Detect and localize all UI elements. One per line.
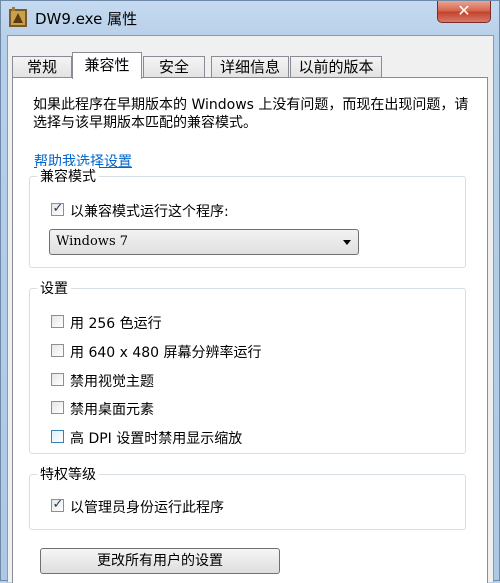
tab-previous-versions[interactable]: 以前的版本 [290,56,382,78]
checkbox-box[interactable]: ✓ [51,201,64,216]
disable-visual-themes-label: 禁用视觉主题 [70,374,154,390]
privilege-level-title: 特权等级 [37,464,99,484]
checkmark-icon: ✓ [52,201,64,216]
run-as-admin-label: 以管理员身份运行此程序 [70,500,224,516]
checkbox-box[interactable] [51,401,64,414]
checkbox-box[interactable] [51,315,64,328]
run-256-colors-label: 用 256 色运行 [70,316,162,332]
run-640x480-label: 用 640 x 480 屏幕分辨率运行 [70,345,262,361]
properties-window: DW9.exe 属性 ✕ 常规 兼容性 安全 详细信息 以前的版本 如果此程序在… [0,0,500,583]
change-all-users-button[interactable]: 更改所有用户的设置 [40,548,280,574]
checkbox-box[interactable] [51,430,64,443]
disable-desktop-composition-label: 禁用桌面元素 [70,402,154,418]
os-version-dropdown[interactable]: Windows 7 [49,229,359,255]
checkbox-box[interactable] [51,373,64,386]
checkbox-box[interactable]: ✓ [51,497,64,512]
compat-mode-group: 兼容模式 ✓ 以兼容模式运行这个程序: Windows 7 [29,166,466,268]
tab-compatibility[interactable]: 兼容性 [72,52,142,79]
tab-general[interactable]: 常规 [12,56,72,78]
compatibility-panel: 如果此程序在早期版本的 Windows 上没有问题，而现在出现问题，请选择与该早… [12,77,488,583]
selected-os-value: Windows 7 [56,234,129,249]
run-in-compat-mode-label: 以兼容模式运行这个程序: [70,204,229,220]
tab-details[interactable]: 详细信息 [211,56,289,78]
disable-dpi-scaling-label: 高 DPI 设置时禁用显示缩放 [70,431,243,447]
settings-group: 设置 用 256 色运行 用 640 x 480 屏幕分辨率运行 禁用视觉主题 … [29,278,466,454]
tab-security[interactable]: 安全 [143,56,205,78]
compat-mode-title: 兼容模式 [37,166,99,186]
window-title: DW9.exe 属性 [35,10,138,28]
app-icon [9,7,27,27]
dropdown-arrow-icon [343,240,351,245]
title-bar[interactable]: DW9.exe 属性 ✕ [1,1,499,35]
privilege-level-group: 特权等级 ✓ 以管理员身份运行此程序 [29,464,466,530]
checkbox-box[interactable] [51,344,64,357]
checkmark-icon: ✓ [52,497,64,512]
settings-title: 设置 [37,278,71,298]
close-button[interactable]: ✕ [437,1,491,23]
intro-text: 如果此程序在早期版本的 Windows 上没有问题，而现在出现问题，请选择与该早… [33,97,469,131]
dialog-client-area: 常规 兼容性 安全 详细信息 以前的版本 如果此程序在早期版本的 Windows… [7,35,494,583]
